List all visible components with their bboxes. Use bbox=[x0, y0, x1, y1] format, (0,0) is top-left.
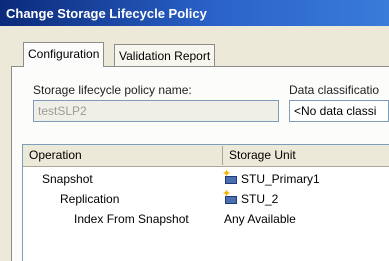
storage-unit-cell: Any Available bbox=[224, 209, 296, 229]
table-row[interactable]: Snapshot ✦ STU_Primary1 bbox=[23, 169, 389, 189]
table-row[interactable]: Index From Snapshot Any Available bbox=[23, 209, 389, 229]
storage-unit-cell: ✦ STU_Primary1 bbox=[222, 169, 320, 189]
window-title: Change Storage Lifecycle Policy bbox=[6, 6, 207, 21]
column-header-operation-label: Operation bbox=[29, 148, 82, 162]
operation-cell: Replication bbox=[60, 192, 120, 206]
table-row[interactable]: Replication ✦ STU_2 bbox=[23, 189, 389, 209]
tab-configuration[interactable]: Configuration bbox=[23, 42, 105, 67]
data-classification-dropdown[interactable]: <No data classi bbox=[289, 100, 389, 122]
operation-cell: Index From Snapshot bbox=[74, 212, 189, 226]
data-classification-value: <No data classi bbox=[294, 104, 377, 118]
data-classification-label: Data classificatio bbox=[289, 83, 379, 97]
policy-name-field[interactable]: testSLP2 bbox=[33, 100, 279, 122]
policy-name-label: Storage lifecycle policy name: bbox=[33, 83, 192, 97]
title-bar[interactable]: Change Storage Lifecycle Policy bbox=[0, 0, 389, 26]
policy-name-value: testSLP2 bbox=[38, 104, 87, 118]
column-header-operation[interactable]: Operation bbox=[23, 145, 82, 166]
storage-unit-text: STU_2 bbox=[241, 192, 279, 206]
storage-unit-icon: ✦ bbox=[222, 169, 238, 185]
tab-label: Validation Report bbox=[119, 49, 211, 63]
operations-table[interactable]: Operation Storage Unit Snapshot ✦ STU_Pri… bbox=[22, 144, 389, 261]
policy-name-label-text: Storage lifecycle policy name: bbox=[33, 83, 192, 97]
column-header-storage-unit-label: Storage Unit bbox=[229, 148, 296, 162]
storage-unit-text: Any Available bbox=[224, 212, 296, 226]
column-header-storage-unit[interactable]: Storage Unit bbox=[223, 145, 296, 166]
tab-validation-report[interactable]: Validation Report bbox=[114, 44, 216, 66]
storage-unit-text: STU_Primary1 bbox=[241, 172, 320, 186]
table-header: Operation Storage Unit bbox=[23, 145, 389, 167]
storage-unit-cell: ✦ STU_2 bbox=[222, 189, 279, 209]
operation-cell: Snapshot bbox=[42, 172, 93, 186]
data-classification-label-text: Data classificatio bbox=[289, 83, 380, 97]
storage-unit-icon: ✦ bbox=[222, 189, 238, 205]
tab-label: Configuration bbox=[28, 47, 100, 61]
